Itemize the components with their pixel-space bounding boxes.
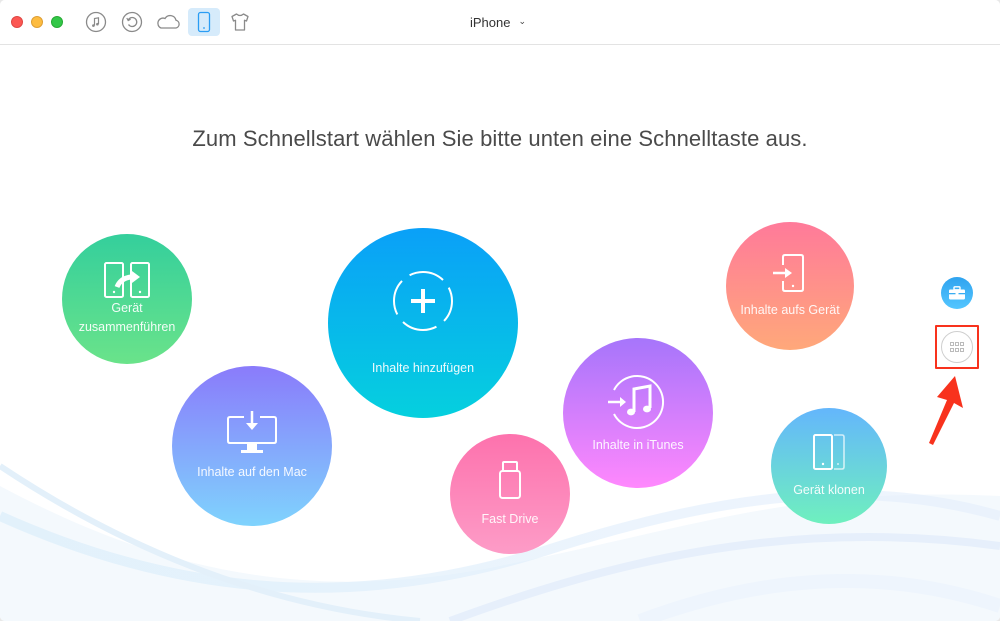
shortcut-label: Gerät xyxy=(111,301,143,315)
shortcut-merge-devices[interactable]: Gerät zusammenführen xyxy=(62,234,192,364)
app-window: iPhone ⌄ Zum Schnellstart wählen Sie bit… xyxy=(0,0,1000,621)
shortcut-label: Fast Drive xyxy=(481,511,539,526)
cloud-icon xyxy=(157,14,180,29)
toolbar-theme-button[interactable] xyxy=(224,8,256,36)
shortcut-fast-drive[interactable]: Fast Drive xyxy=(450,434,570,554)
maximize-window-button[interactable] xyxy=(51,16,63,28)
download-to-mac-icon xyxy=(227,410,277,453)
page-headline: Zum Schnellstart wählen Sie bitte unten … xyxy=(192,126,808,151)
shortcut-label: zusammenführen xyxy=(78,320,176,334)
clone-device-icon xyxy=(813,433,845,470)
device-selector[interactable]: iPhone ⌄ xyxy=(470,13,526,31)
shortcut-to-itunes[interactable]: Inhalte in iTunes xyxy=(563,338,713,488)
usb-drive-icon xyxy=(499,460,521,499)
chevron-down-icon: ⌄ xyxy=(518,15,527,26)
minimize-window-button[interactable] xyxy=(31,16,43,28)
toolbox-icon xyxy=(949,286,965,300)
shortcut-label: Inhalte aufs Gerät xyxy=(740,302,840,317)
shortcut-to-device[interactable]: Inhalte aufs Gerät xyxy=(726,222,854,350)
quick-start-panel: Zum Schnellstart wählen Sie bitte unten … xyxy=(0,46,1000,621)
add-content-icon xyxy=(393,270,453,331)
itunes-transfer-icon xyxy=(608,374,664,429)
toolbox-button[interactable] xyxy=(941,277,973,309)
restore-icon xyxy=(121,11,143,33)
shortcut-to-mac[interactable]: Inhalte auf den Mac xyxy=(172,366,332,526)
merge-devices-icon xyxy=(104,262,150,298)
toolbar-audio-button[interactable] xyxy=(80,8,112,36)
shortcut-label: Inhalte in iTunes xyxy=(592,437,684,452)
iphone-icon xyxy=(197,11,211,33)
shortcut-label: Inhalte auf den Mac xyxy=(197,464,307,479)
toolbar-device-button[interactable] xyxy=(188,8,220,36)
shortcut-label: Inhalte hinzufügen xyxy=(371,360,475,375)
grid-icon xyxy=(950,342,964,352)
shortcut-add-content[interactable]: Inhalte hinzufügen xyxy=(328,228,518,418)
shortcut-label: Gerät klonen xyxy=(793,482,865,497)
shirt-icon xyxy=(231,13,249,31)
device-name: iPhone xyxy=(470,14,511,30)
title-bar: iPhone ⌄ xyxy=(0,0,1000,45)
music-icon xyxy=(85,11,107,33)
more-features-button[interactable] xyxy=(941,331,973,363)
toolbar-backup-button[interactable] xyxy=(116,8,148,36)
to-device-icon xyxy=(773,253,804,292)
toolbar-icloud-button[interactable] xyxy=(152,8,184,36)
shortcut-clone-device[interactable]: Gerät klonen xyxy=(771,408,887,524)
red-arrow-annotation xyxy=(929,376,963,445)
close-window-button[interactable] xyxy=(11,16,23,28)
